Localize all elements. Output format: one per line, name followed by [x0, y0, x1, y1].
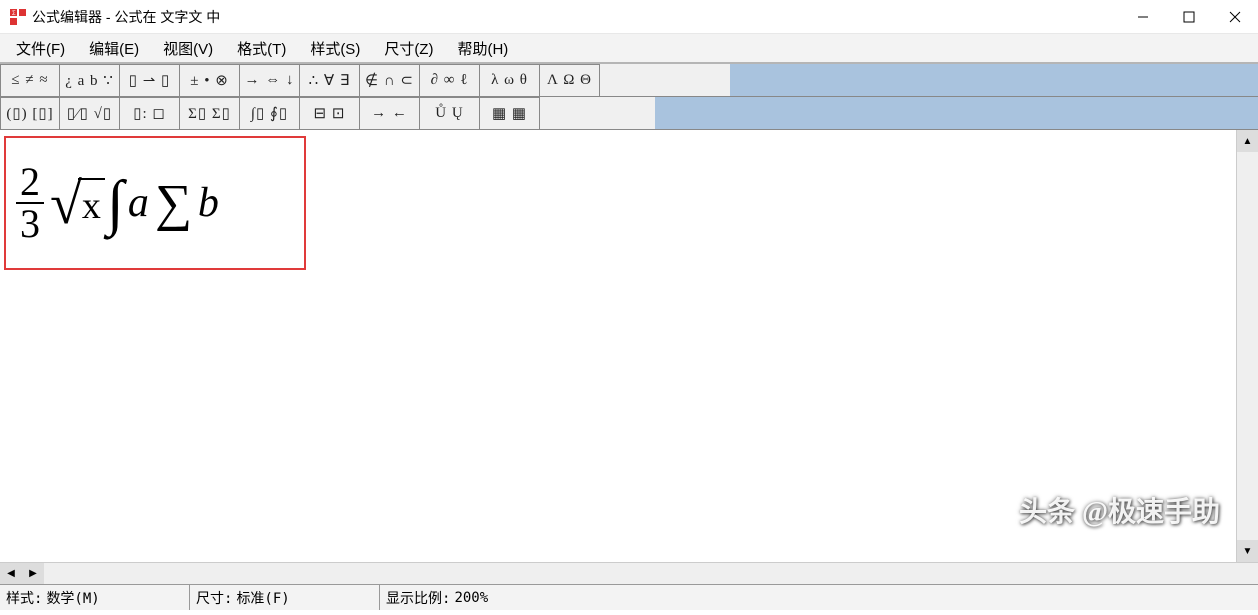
template-fences[interactable]: (▯) [▯] [0, 97, 60, 130]
palette-embellish[interactable]: ▯ ⇀ ▯ [120, 64, 180, 97]
maximize-button[interactable] [1166, 0, 1212, 34]
statusbar: 样式: 数学(M) 尺寸: 标准(F) 显示比例: 200% [0, 584, 1258, 610]
menu-help[interactable]: 帮助(H) [445, 34, 520, 63]
horizontal-scrollbar[interactable]: ◀ ▶ [0, 562, 1258, 584]
palette-set-theory[interactable]: ∉ ∩ ⊂ [360, 64, 420, 97]
radicand[interactable]: x [78, 178, 105, 228]
svg-text:Σ: Σ [12, 11, 16, 17]
formula[interactable]: 2 3 √ x ∫ a ∑ b [16, 162, 221, 244]
menubar: 文件(F) 编辑(E) 视图(V) 格式(T) 样式(S) 尺寸(Z) 帮助(H… [0, 34, 1258, 64]
menu-view[interactable]: 视图(V) [151, 34, 225, 63]
equation-canvas-area: 2 3 √ x ∫ a ∑ b 头条 @极速手助 ▲ ▼ [0, 130, 1258, 562]
minimize-button[interactable] [1120, 0, 1166, 34]
status-style-label: 样式: [6, 588, 42, 608]
palette-misc[interactable]: ∂ ∞ ℓ [420, 64, 480, 97]
palette-logic[interactable]: ∴ ∀ ∃ [300, 64, 360, 97]
window-title: 公式编辑器 - 公式在 文字文 中 [32, 7, 220, 27]
template-matrices[interactable]: ▦ ▦ [480, 97, 540, 130]
vscroll-track[interactable] [1237, 152, 1258, 540]
status-style: 样式: 数学(M) [0, 585, 190, 610]
template-integrals[interactable]: ∫▯ ∮▯ [240, 97, 300, 130]
titlebar: Σ 公式编辑器 - 公式在 文字文 中 [0, 0, 1258, 34]
status-zoom-label: 显示比例: [386, 588, 450, 608]
toolbar: ≤ ≠ ≈ ¿ a b ∵ ▯ ⇀ ▯ ± • ⊗ → ⇔ ↓ ∴ ∀ ∃ ∉ … [0, 64, 1258, 130]
formula-highlight-box: 2 3 √ x ∫ a ∑ b [4, 136, 306, 270]
menu-file[interactable]: 文件(F) [4, 34, 77, 63]
status-style-value: 数学(M) [46, 588, 99, 608]
watermark: 头条 @极速手助 [1019, 490, 1220, 530]
palette-relations[interactable]: ≤ ≠ ≈ [0, 64, 60, 97]
status-size: 尺寸: 标准(F) [190, 585, 380, 610]
scroll-right-arrow-icon[interactable]: ▶ [22, 563, 44, 584]
fraction-numerator[interactable]: 2 [16, 162, 44, 204]
template-arrows[interactable]: → ← [360, 97, 420, 130]
menu-format[interactable]: 格式(T) [225, 34, 298, 63]
scroll-left-arrow-icon[interactable]: ◀ [0, 563, 22, 584]
template-bars[interactable]: ⊟ ⊡ [300, 97, 360, 130]
integral-icon: ∫ [107, 168, 124, 239]
equation-canvas[interactable]: 2 3 √ x ∫ a ∑ b 头条 @极速手助 [0, 130, 1236, 562]
status-size-value: 标准(F) [236, 588, 289, 608]
template-products[interactable]: Ů Ų [420, 97, 480, 130]
fraction-denominator[interactable]: 3 [16, 204, 44, 244]
palette-greek-lower[interactable]: λ ω θ [480, 64, 540, 97]
summation-icon: ∑ [155, 174, 192, 233]
app-icon: Σ [10, 9, 26, 25]
palette-spaces[interactable]: ¿ a b ∵ [60, 64, 120, 97]
scroll-up-arrow-icon[interactable]: ▲ [1237, 130, 1258, 152]
palette-greek-upper[interactable]: Λ Ω Θ [540, 64, 600, 97]
template-subsup[interactable]: ▯: ◻ [120, 97, 180, 130]
square-root[interactable]: √ x [50, 170, 105, 237]
fraction[interactable]: 2 3 [16, 162, 44, 244]
template-fractions[interactable]: ▯⁄▯ √▯ [60, 97, 120, 130]
scroll-down-arrow-icon[interactable]: ▼ [1237, 540, 1258, 562]
summand-variable[interactable]: b [198, 179, 219, 227]
template-sums[interactable]: Σ▯ Σ▯ [180, 97, 240, 130]
status-size-label: 尺寸: [196, 588, 232, 608]
hscroll-track[interactable] [44, 563, 1258, 584]
vertical-scrollbar[interactable]: ▲ ▼ [1236, 130, 1258, 562]
status-zoom: 显示比例: 200% [380, 585, 1258, 610]
menu-edit[interactable]: 编辑(E) [77, 34, 151, 63]
menu-style[interactable]: 样式(S) [298, 34, 372, 63]
palette-arrows[interactable]: → ⇔ ↓ [240, 64, 300, 97]
integrand-variable[interactable]: a [128, 179, 149, 227]
status-zoom-value: 200% [454, 590, 488, 606]
menu-size[interactable]: 尺寸(Z) [372, 34, 445, 63]
palette-operators[interactable]: ± • ⊗ [180, 64, 240, 97]
close-button[interactable] [1212, 0, 1258, 34]
